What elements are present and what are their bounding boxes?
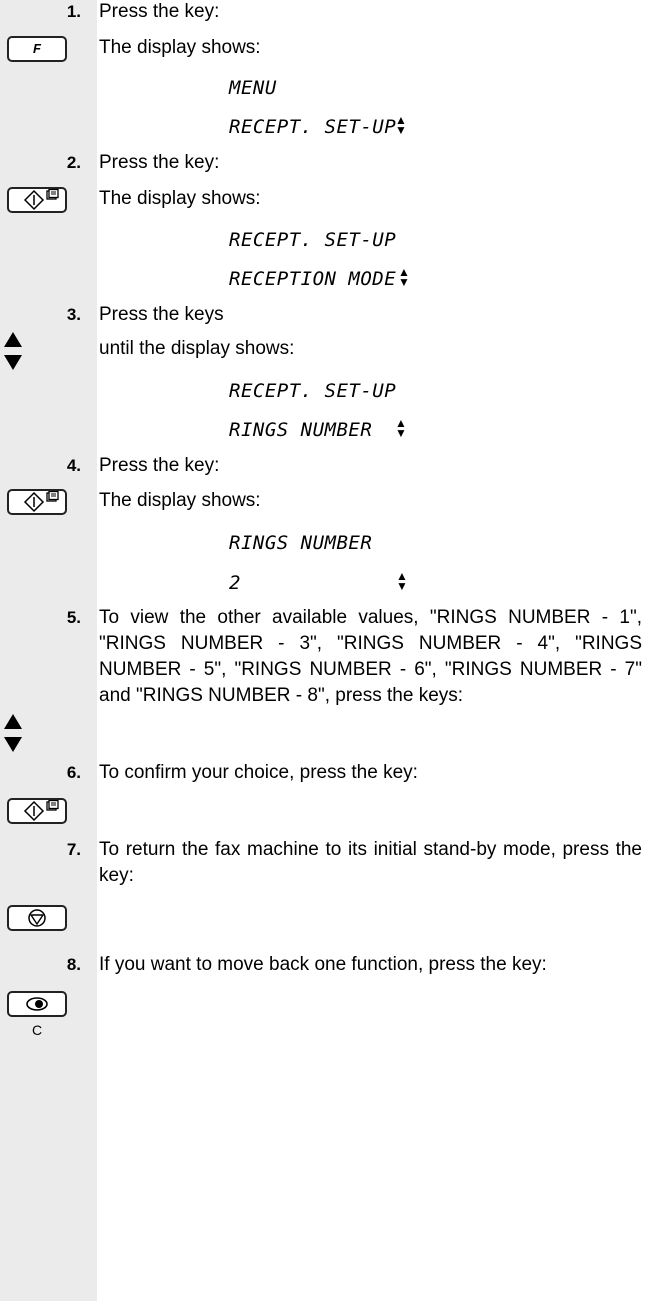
f-key-icon: F <box>33 41 41 56</box>
step-number: 6. <box>66 763 81 782</box>
scroll-arrows-icon: ▲ ▼ <box>396 569 408 593</box>
up-down-keys-icon[interactable] <box>2 330 24 372</box>
lcd-line: RECEPT. SET-UP <box>229 229 397 251</box>
display-label: The display shows: <box>99 490 261 511</box>
start-copy-key[interactable] <box>7 798 67 824</box>
step-text: Press the key: <box>99 455 220 476</box>
step-number: 5. <box>66 608 81 627</box>
function-key[interactable]: F <box>7 36 67 62</box>
step-text: Press the key: <box>99 1 220 22</box>
lcd-line: RINGS NUMBER <box>229 419 373 441</box>
step-text: To confirm your choice, press the key: <box>99 762 418 783</box>
start-copy-key[interactable] <box>7 489 67 515</box>
step-text: If you want to move back one function, p… <box>99 954 547 975</box>
lcd-line: 2 <box>229 572 241 594</box>
scroll-arrows-icon: ▲ ▼ <box>395 113 407 137</box>
step-number: 8. <box>66 955 81 974</box>
step-number: 4. <box>66 456 81 475</box>
clear-key[interactable] <box>7 991 67 1017</box>
up-down-keys-icon[interactable] <box>2 712 24 754</box>
instruction-page: 1. Press the key: F The display shows: M… <box>0 0 650 1301</box>
clear-icon <box>26 997 48 1011</box>
step-number: 2. <box>66 153 81 172</box>
scroll-arrows-icon: ▲ ▼ <box>395 416 407 440</box>
lcd-line: RECEPTION MODE <box>229 268 397 290</box>
start-copy-key[interactable] <box>7 187 67 213</box>
step-text: Press the keys <box>99 304 224 325</box>
clear-key-label: C <box>32 1022 43 1038</box>
step-number: 1. <box>66 2 81 21</box>
step-number: 3. <box>66 305 81 324</box>
lcd-line: RECEPT. SET-UP <box>229 116 397 138</box>
start-copy-icon <box>23 189 59 211</box>
until-label: until the display shows: <box>99 338 295 359</box>
step-text: To return the fax machine to its initial… <box>99 839 642 886</box>
display-label: The display shows: <box>99 37 261 58</box>
start-copy-icon <box>23 491 59 513</box>
step-text: Press the key: <box>99 152 220 173</box>
lcd-line: RECEPT. SET-UP <box>229 380 397 402</box>
display-label: The display shows: <box>99 188 261 209</box>
step-number: 7. <box>66 840 81 859</box>
stop-icon <box>28 909 46 927</box>
step-text: To view the other available values, "RIN… <box>99 607 642 706</box>
scroll-arrows-icon: ▲ ▼ <box>398 265 410 289</box>
lcd-line: RINGS NUMBER <box>229 532 373 554</box>
lcd-line: MENU <box>229 77 277 99</box>
stop-key[interactable] <box>7 905 67 931</box>
start-copy-icon <box>23 800 59 822</box>
